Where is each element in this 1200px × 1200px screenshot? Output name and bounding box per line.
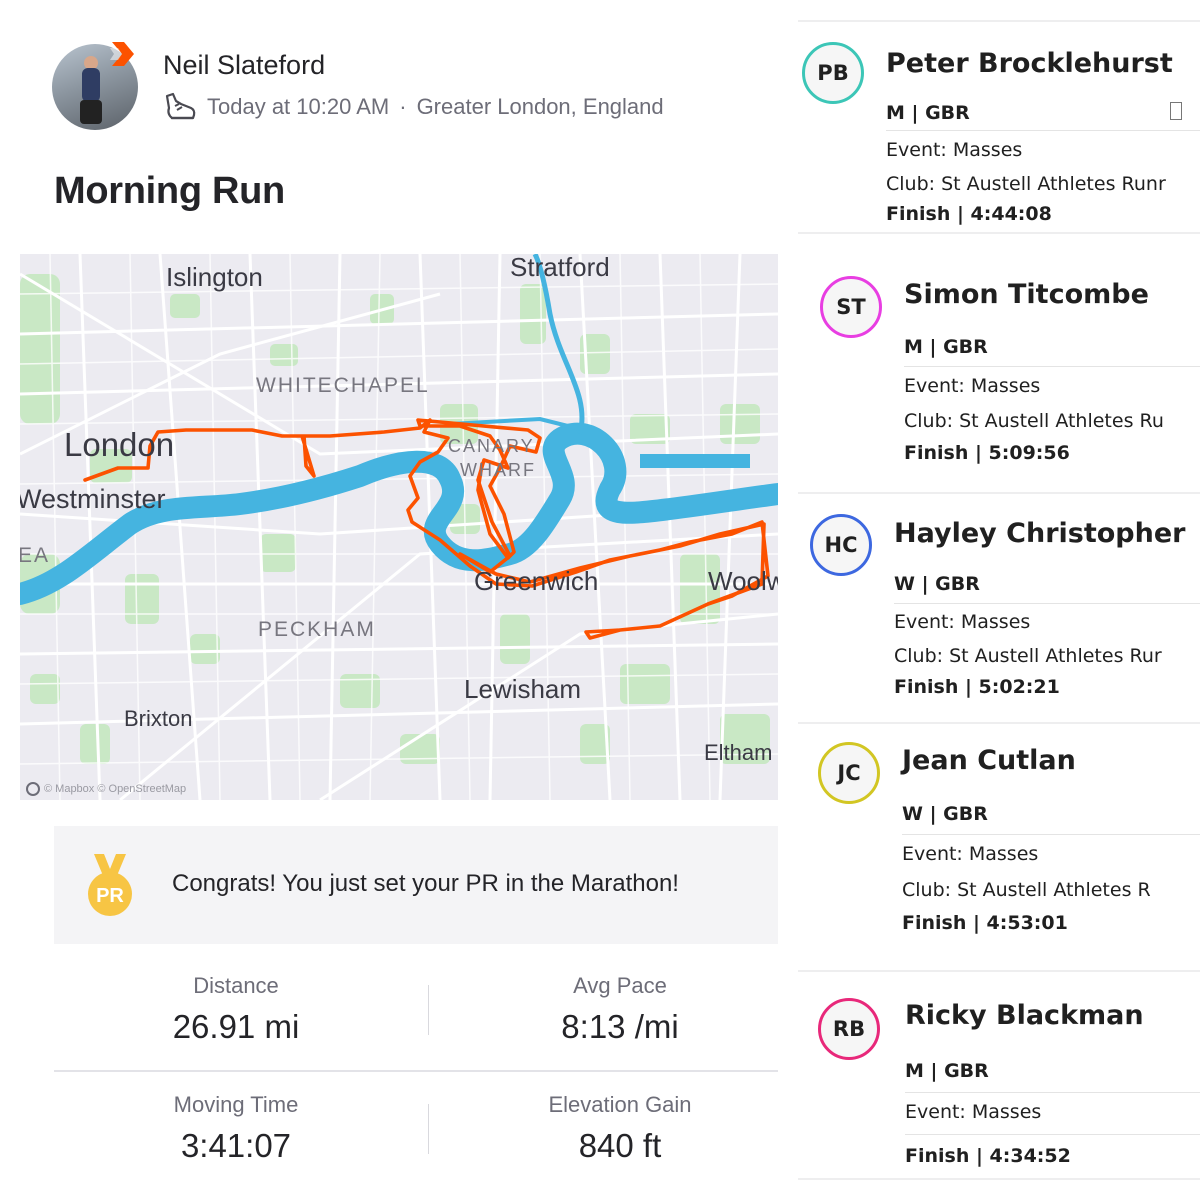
runner-club: Club: St Austell Athletes Rur [894,645,1162,667]
runner-name[interactable]: Simon Titcombe [904,279,1149,310]
strava-chevron-icon [110,42,134,66]
dock [640,454,750,468]
map-label-whitechapel: WHITECHAPEL [256,374,430,397]
athlete-name[interactable]: Neil Slateford [163,50,325,81]
activity-panel: Neil Slateford Today at 10:20 AM · Great… [0,0,790,1200]
document-icon[interactable] [1170,102,1182,120]
runner-club: Club: St Austell Athletes R [902,879,1151,901]
stat-divider [428,985,429,1035]
medal-text: PR [96,885,124,907]
medal-icon: PR [88,854,132,916]
row-divider [886,130,1200,131]
running-shoe-icon [165,92,196,120]
route-map[interactable]: Islington Stratford WHITECHAPEL London C… [20,254,778,800]
runner-avatar: JC [818,742,880,804]
runner-name[interactable]: Jean Cutlan [902,745,1076,776]
map-label-ea: EA [20,544,51,567]
runner-finish-time: Finish | 4:53:01 [902,912,1068,934]
map-label-london: London [64,426,175,463]
meta-separator: · [399,94,407,119]
runner-club: Club: St Austell Athletes Runr [886,173,1166,195]
card-separator [798,492,1200,494]
elevation-value: 840 ft [578,1127,662,1164]
map-label-peckham: PECKHAM [258,618,376,641]
activity-timestamp: Today at 10:20 AM [207,94,390,119]
distance-value: 26.91 mi [172,1008,300,1045]
runner-category: M | GBR [886,102,970,124]
runner-category: W | GBR [902,803,988,825]
map-label-woolwich: Woolw [708,566,778,596]
runner-finish-time: Finish | 4:44:08 [886,203,1052,225]
map-label-lewisham: Lewisham [464,674,582,704]
map-label-brixton: Brixton [124,706,193,731]
runner-event: Event: Masses [886,139,1023,161]
card-separator [798,970,1200,972]
map-label-islington: Islington [166,262,263,292]
runner-avatar: ST [820,276,882,338]
runner-name[interactable]: Ricky Blackman [905,1000,1144,1031]
map-attribution[interactable]: © Mapbox © OpenStreetMap [26,782,186,796]
runner-event: Event: Masses [894,611,1031,633]
stat-divider [428,1104,429,1154]
map-attribution-text: © Mapbox © OpenStreetMap [44,783,187,795]
runner-finish-time: Finish | 4:34:52 [905,1145,1071,1167]
avatar-runner-legs [80,100,102,124]
activity-meta: Today at 10:20 AM · Greater London, Engl… [163,92,664,122]
panel-gap [790,0,798,1200]
runner-finish-time: Finish | 5:02:21 [894,676,1060,698]
row-divider [902,834,1200,835]
runner-name[interactable]: Hayley Christopher [894,518,1185,549]
runner-category: M | GBR [904,336,988,358]
runner-category: W | GBR [894,573,980,595]
map-label-greenwich: Greenwich [474,566,599,596]
runner-club: Club: St Austell Athletes Ru [904,410,1164,432]
map-label-westminster: Westminster [20,484,166,514]
row-divider [905,1134,1200,1135]
moving-time-value: 3:41:07 [180,1127,292,1164]
card-separator [798,1178,1200,1180]
pace-label: Avg Pace [573,973,667,998]
runner-event: Event: Masses [902,843,1039,865]
stats-divider [54,1070,778,1072]
pr-message: Congrats! You just set your PR in the Ma… [172,870,679,897]
card-separator [798,20,1200,22]
distance-label: Distance [193,973,279,998]
runner-avatar: HC [810,514,872,576]
runner-event: Event: Masses [905,1101,1042,1123]
row-divider [904,366,1200,367]
runner-finish-time: Finish | 5:09:56 [904,442,1070,464]
activity-title[interactable]: Morning Run [54,170,285,213]
activity-location: Greater London, England [416,94,664,119]
map-label-stratford: Stratford [510,254,610,282]
moving-time-label: Moving Time [173,1092,299,1117]
mapbox-logo-icon [26,782,40,796]
runner-avatar: RB [818,998,880,1060]
avatar-runner-body [82,68,100,102]
row-divider [905,1092,1200,1093]
pace-value: 8:13 /mi [561,1008,679,1045]
runner-name[interactable]: Peter Brocklehurst [886,48,1173,79]
map-label-canary: CANARY [448,436,535,456]
card-separator [798,232,1200,234]
pr-achievement-banner[interactable]: PR Congrats! You just set your PR in the… [54,826,778,944]
map-label-wharf: WHARF [460,460,536,480]
results-panel: PB Peter Brocklehurst M | GBR Event: Mas… [798,0,1200,1200]
card-separator [798,722,1200,724]
runner-avatar: PB [802,42,864,104]
runner-category: M | GBR [905,1060,989,1082]
row-divider [894,603,1200,604]
map-label-eltham: Eltham [704,740,773,765]
runner-event: Event: Masses [904,375,1041,397]
elevation-label: Elevation Gain [548,1092,692,1117]
